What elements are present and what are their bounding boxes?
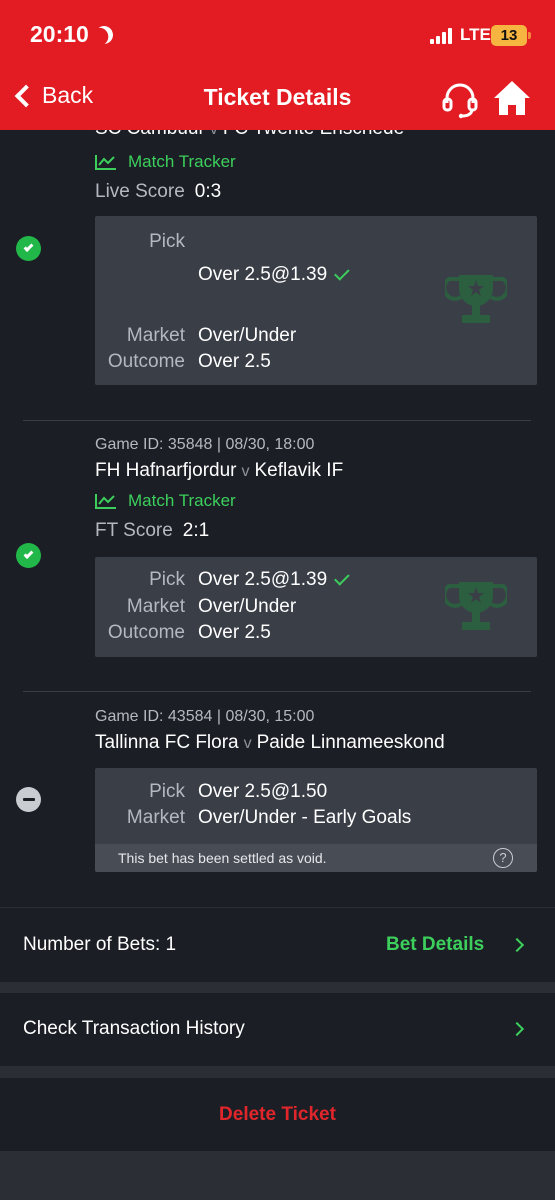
help-icon[interactable]: ? bbox=[493, 848, 513, 868]
match-tracker-label: Match Tracker bbox=[128, 152, 236, 171]
game-item: Game ID: 43584 | 08/30, 15:00 Tallinna F… bbox=[0, 708, 555, 878]
outcome-value: Over 2.5 bbox=[198, 622, 271, 643]
team-home: SC Cambuur bbox=[95, 130, 205, 139]
number-of-bets: Number of Bets: 1 bbox=[23, 934, 177, 955]
check-icon bbox=[334, 570, 350, 586]
outcome-value: Over 2.5 bbox=[198, 351, 271, 372]
pick-value: Over 2.5@1.39 bbox=[198, 569, 351, 591]
chart-line-icon bbox=[95, 494, 116, 509]
game-item: Game ID: 35848 | 08/30, 18:00 FH Hafnarf… bbox=[0, 436, 555, 666]
score-label: Live Score bbox=[95, 181, 185, 202]
battery-level: 13 bbox=[500, 27, 518, 44]
market-label: Market bbox=[126, 325, 185, 346]
status-won-icon bbox=[16, 236, 41, 261]
versus-label: v bbox=[241, 463, 250, 480]
teams: FH Hafnarfjordur v Keflavik IF bbox=[95, 460, 343, 482]
transaction-history-row[interactable]: Check Transaction History bbox=[0, 993, 555, 1066]
market-value: Over/Under bbox=[198, 596, 297, 617]
score: Live Score 0:3 bbox=[95, 181, 221, 203]
status-void-icon bbox=[16, 787, 41, 812]
team-home: Tallinna FC Flora bbox=[95, 732, 239, 753]
trophy-icon bbox=[445, 582, 507, 630]
team-away: Keflavik IF bbox=[254, 460, 344, 481]
status-won-icon bbox=[16, 543, 41, 568]
bet-card: Pick Over 2.5@1.50 Market Over/Under - E… bbox=[95, 768, 537, 872]
score-value: 2:1 bbox=[182, 520, 210, 541]
match-tracker-link[interactable]: Match Tracker bbox=[95, 152, 236, 172]
pick-value-text: Over 2.5@1.39 bbox=[198, 264, 328, 285]
pick-value: Over 2.5@1.50 bbox=[198, 781, 328, 802]
ticket-content[interactable]: SC Cambuur v FC Twente Enschede Match Trac… bbox=[0, 130, 555, 1200]
pick-value-text: Over 2.5@1.39 bbox=[198, 569, 328, 590]
void-note: This bet has been settled as void. bbox=[118, 850, 327, 866]
status-bar: 20:10 LTE 13 bbox=[0, 0, 555, 70]
void-notice: This bet has been settled as void. ? bbox=[95, 844, 537, 872]
pick-value: Over 2.5@1.39 bbox=[198, 264, 351, 286]
headset-icon[interactable] bbox=[441, 81, 479, 119]
chevron-right-icon bbox=[509, 937, 525, 953]
signal-icon bbox=[430, 28, 452, 44]
market-value: Over/Under bbox=[198, 325, 297, 346]
versus-label: v bbox=[210, 130, 218, 138]
delete-ticket-button[interactable]: Delete Ticket bbox=[0, 1104, 555, 1126]
versus-label: v bbox=[243, 735, 252, 752]
pick-label: Pick bbox=[149, 781, 185, 802]
bet-card: Pick Over 2.5@1.39 Market Over/Under Out… bbox=[95, 216, 537, 385]
bet-details-link[interactable]: Bet Details bbox=[386, 934, 484, 956]
market-label: Market bbox=[126, 596, 185, 617]
teams: Tallinna FC Flora v Paide Linnameeskond bbox=[95, 732, 445, 754]
network-label: LTE bbox=[460, 25, 491, 44]
outcome-label: Outcome bbox=[107, 622, 185, 643]
game-id: Game ID: 43584 | 08/30, 15:00 bbox=[95, 708, 315, 725]
game-id: Game ID: 35848 | 08/30, 18:00 bbox=[95, 436, 315, 453]
team-away: Paide Linnameeskond bbox=[256, 732, 445, 753]
score-label: FT Score bbox=[95, 520, 173, 541]
chart-line-icon bbox=[95, 155, 116, 170]
pick-label: Pick bbox=[149, 231, 185, 252]
check-icon bbox=[334, 265, 350, 281]
moon-icon bbox=[92, 23, 115, 46]
pick-label: Pick bbox=[149, 569, 185, 590]
match-tracker-link[interactable]: Match Tracker bbox=[95, 491, 236, 511]
outcome-label: Outcome bbox=[107, 351, 185, 372]
status-time: 20:10 bbox=[30, 21, 113, 48]
bet-card: Pick Over 2.5@1.39 Market Over/Under Out… bbox=[95, 557, 537, 657]
score: FT Score 2:1 bbox=[95, 520, 209, 542]
score-value: 0:3 bbox=[194, 181, 222, 202]
match-tracker-label: Match Tracker bbox=[128, 491, 236, 510]
game-item: SC Cambuur v FC Twente Enschede Match Trac… bbox=[0, 130, 555, 388]
nav-bar: Back Ticket Details bbox=[0, 70, 555, 130]
chevron-right-icon bbox=[509, 1021, 525, 1037]
top-bar: 20:10 LTE 13 Back Ticket Details bbox=[0, 0, 555, 130]
bottom-gap bbox=[0, 1151, 555, 1200]
section-gap bbox=[0, 1066, 555, 1078]
status-time-text: 20:10 bbox=[30, 21, 89, 47]
market-label: Market bbox=[126, 807, 185, 828]
team-home: FH Hafnarfjordur bbox=[95, 460, 237, 481]
divider bbox=[23, 691, 531, 692]
delete-ticket-row: Delete Ticket bbox=[0, 1078, 555, 1151]
section-gap bbox=[0, 982, 555, 993]
battery-icon: 13 bbox=[491, 25, 531, 46]
team-away: FC Twente Enschede bbox=[223, 130, 404, 139]
trophy-icon bbox=[445, 275, 507, 323]
home-icon[interactable] bbox=[492, 79, 532, 117]
bets-summary-row: Number of Bets: 1 Bet Details bbox=[0, 908, 555, 982]
transaction-history-label: Check Transaction History bbox=[23, 1018, 245, 1039]
divider bbox=[23, 420, 531, 421]
teams: SC Cambuur v FC Twente Enschede bbox=[95, 130, 404, 140]
market-value: Over/Under - Early Goals bbox=[198, 807, 412, 828]
